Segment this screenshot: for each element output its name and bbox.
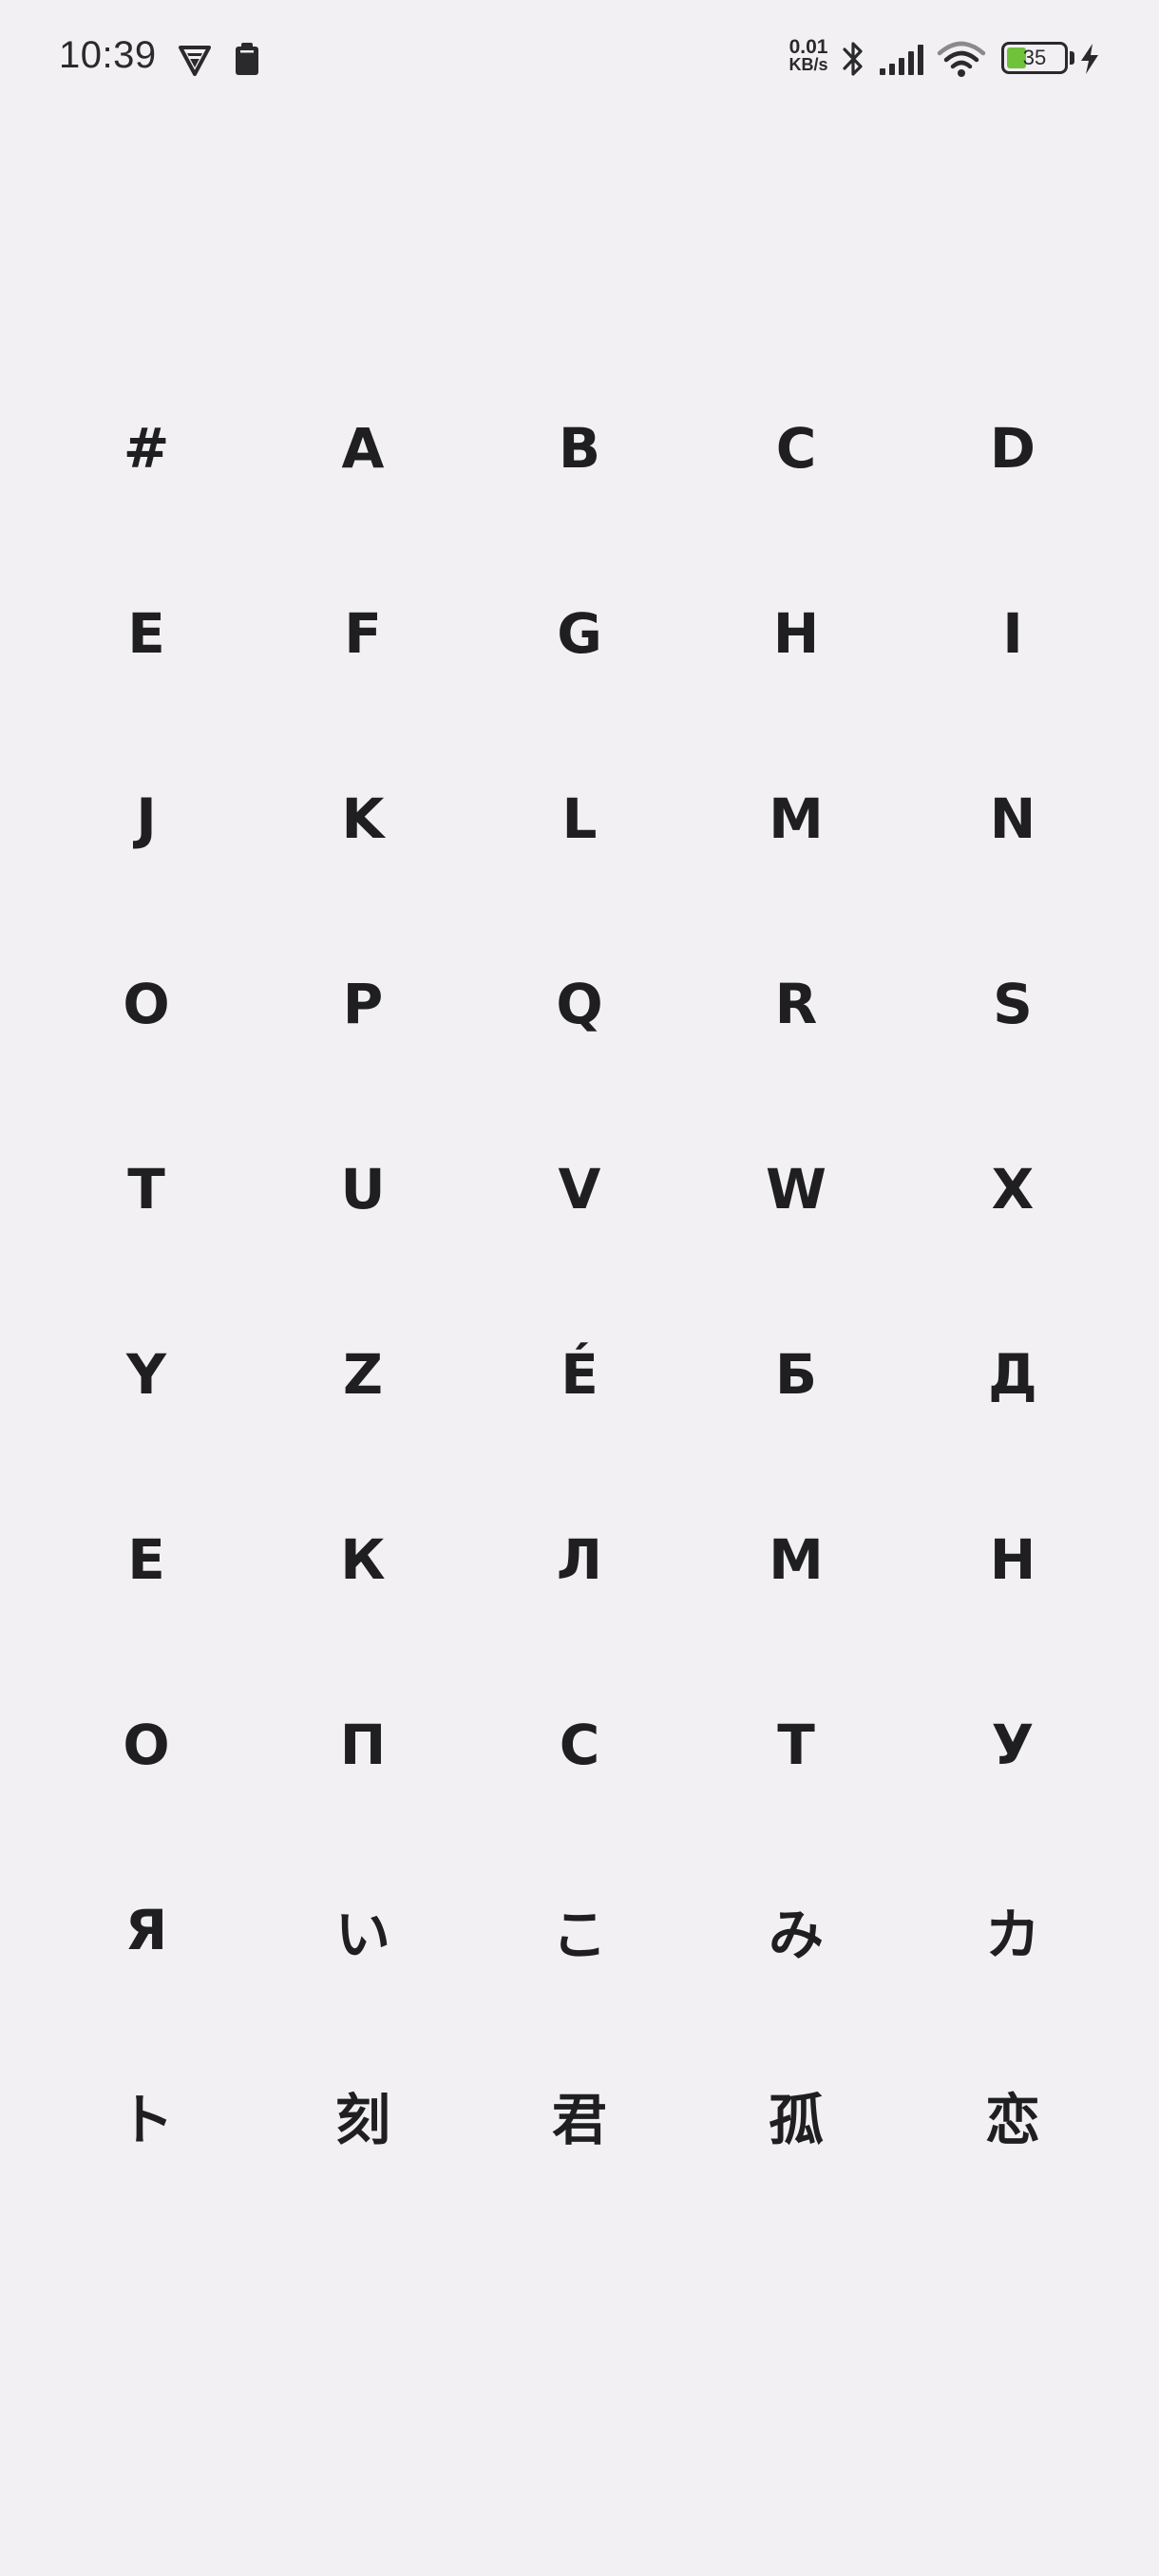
bluetooth-icon bbox=[843, 42, 863, 76]
network-speed: 0.01 KB/s bbox=[785, 36, 832, 74]
index-letter[interactable]: Я bbox=[38, 1837, 255, 2022]
index-letter[interactable]: M bbox=[688, 726, 904, 911]
index-letter[interactable]: C bbox=[688, 355, 904, 540]
index-letter[interactable]: Q bbox=[471, 911, 688, 1096]
index-letter[interactable]: U bbox=[255, 1096, 471, 1281]
index-letter[interactable]: W bbox=[688, 1096, 904, 1281]
index-letter[interactable]: 君 bbox=[471, 2022, 688, 2207]
index-letter[interactable]: У bbox=[904, 1652, 1121, 1837]
index-letter[interactable]: G bbox=[471, 540, 688, 726]
index-letter[interactable]: い bbox=[255, 1837, 471, 2022]
index-letter[interactable]: ト bbox=[38, 2022, 255, 2207]
index-letter[interactable]: N bbox=[904, 726, 1121, 911]
index-letter[interactable]: E bbox=[38, 540, 255, 726]
clipboard-icon bbox=[236, 43, 258, 75]
vpn-icon bbox=[179, 46, 211, 76]
index-letter[interactable]: K bbox=[255, 726, 471, 911]
index-letter[interactable]: J bbox=[38, 726, 255, 911]
index-letter[interactable]: P bbox=[255, 911, 471, 1096]
index-letter[interactable]: X bbox=[904, 1096, 1121, 1281]
index-letter[interactable]: カ bbox=[904, 1837, 1121, 2022]
index-letter[interactable]: O bbox=[38, 911, 255, 1096]
index-letter[interactable]: Y bbox=[38, 1281, 255, 1467]
index-letter[interactable]: み bbox=[688, 1837, 904, 2022]
index-letter[interactable]: H bbox=[688, 540, 904, 726]
index-letter[interactable]: О bbox=[38, 1652, 255, 1837]
index-letter[interactable]: Т bbox=[688, 1652, 904, 1837]
status-time: 10:39 bbox=[59, 34, 157, 76]
index-letter[interactable]: Z bbox=[255, 1281, 471, 1467]
index-letter[interactable]: S bbox=[904, 911, 1121, 1096]
index-letter[interactable]: F bbox=[255, 540, 471, 726]
index-letter[interactable]: Б bbox=[688, 1281, 904, 1467]
wifi-icon bbox=[937, 41, 986, 77]
index-letter[interactable]: L bbox=[471, 726, 688, 911]
index-letter[interactable]: こ bbox=[471, 1837, 688, 2022]
signal-icon bbox=[880, 45, 923, 75]
index-letter[interactable]: 刻 bbox=[255, 2022, 471, 2207]
index-letter[interactable]: B bbox=[471, 355, 688, 540]
alphabet-index-grid: # A B C D E F G H I J K L M N O P Q R S T U V W X Y Z É Б Д Е К Л М Н О П С Т У… bbox=[38, 355, 1121, 2207]
index-letter[interactable]: С bbox=[471, 1652, 688, 1837]
index-letter[interactable]: Е bbox=[38, 1467, 255, 1652]
index-letter[interactable]: 孤 bbox=[688, 2022, 904, 2207]
battery-tip bbox=[1070, 51, 1074, 65]
index-letter[interactable]: I bbox=[904, 540, 1121, 726]
index-letter[interactable]: Л bbox=[471, 1467, 688, 1652]
index-letter[interactable]: М bbox=[688, 1467, 904, 1652]
index-letter[interactable]: # bbox=[38, 355, 255, 540]
index-letter[interactable]: 恋 bbox=[904, 2022, 1121, 2207]
index-letter[interactable]: К bbox=[255, 1467, 471, 1652]
index-letter[interactable]: D bbox=[904, 355, 1121, 540]
index-letter[interactable]: П bbox=[255, 1652, 471, 1837]
network-speed-value: 0.01 bbox=[788, 36, 828, 58]
index-letter[interactable]: A bbox=[255, 355, 471, 540]
charging-bolt-icon bbox=[1081, 44, 1098, 74]
battery-icon: 35 bbox=[1001, 42, 1068, 74]
index-letter[interactable]: V bbox=[471, 1096, 688, 1281]
index-letter[interactable]: R bbox=[688, 911, 904, 1096]
index-letter[interactable]: Д bbox=[904, 1281, 1121, 1467]
battery-percentage: 35 bbox=[1022, 46, 1047, 69]
index-letter[interactable]: Н bbox=[904, 1467, 1121, 1652]
index-letter[interactable]: T bbox=[38, 1096, 255, 1281]
status-bar: 10:39 0.01 KB/s 35 bbox=[0, 0, 1159, 118]
index-letter[interactable]: É bbox=[471, 1281, 688, 1467]
network-speed-unit: KB/s bbox=[788, 55, 828, 74]
